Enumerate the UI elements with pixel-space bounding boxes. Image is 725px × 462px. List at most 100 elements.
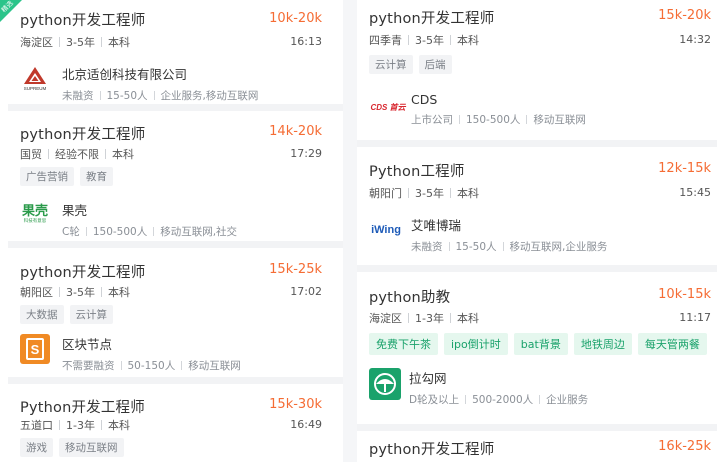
job-education: 本科 bbox=[107, 286, 130, 299]
card-separator bbox=[357, 424, 717, 431]
post-time: 15:45 bbox=[679, 186, 711, 199]
company-size: 500-2000人 bbox=[472, 394, 534, 406]
job-experience: 3-5年 bbox=[415, 34, 444, 47]
company-funding: 不需要融资 bbox=[62, 360, 115, 372]
job-education: 本科 bbox=[112, 148, 134, 161]
company-name[interactable]: CDS bbox=[411, 92, 586, 107]
company-info[interactable]: S 区块节点 不需要融资 50-150人 移动互联网 bbox=[20, 334, 241, 373]
job-experience: 3-5年 bbox=[415, 187, 444, 200]
card-separator bbox=[8, 104, 343, 111]
job-card[interactable]: python开发工程师 16k-25k bbox=[357, 431, 725, 462]
job-location: 海淀区 bbox=[20, 36, 53, 49]
company-industry: 企业服务 bbox=[546, 394, 589, 406]
benefit-tag: ipo倒计时 bbox=[444, 333, 508, 355]
job-education: 本科 bbox=[107, 419, 130, 432]
job-card[interactable]: 精选 python开发工程师 10k-20k 海淀区 3-5年 本科 16:13… bbox=[0, 0, 343, 103]
job-list-left-column: 精选 python开发工程师 10k-20k 海淀区 3-5年 本科 16:13… bbox=[0, 0, 343, 462]
company-size: 15-50人 bbox=[455, 241, 497, 253]
card-separator bbox=[357, 140, 717, 147]
post-time: 11:17 bbox=[679, 311, 711, 324]
job-title[interactable]: python开发工程师 bbox=[20, 9, 145, 30]
job-title[interactable]: python开发工程师 bbox=[369, 438, 494, 459]
job-card[interactable]: Python开发工程师 15k-30k 五道口 1-3年 本科 16:49 游戏… bbox=[0, 384, 343, 462]
card-separator bbox=[357, 265, 717, 272]
job-card[interactable]: python助教 10k-15k 海淀区 1-3年 本科 11:17 免费下午茶… bbox=[357, 272, 725, 424]
company-size: 15-50人 bbox=[106, 90, 148, 102]
benefit-tag: 免费下午茶 bbox=[369, 333, 438, 355]
job-salary: 10k-15k bbox=[658, 287, 711, 302]
card-separator bbox=[8, 241, 343, 248]
company-meta: 未融资 15-50人 企业服务,移动互联网 bbox=[62, 88, 258, 103]
job-experience: 3-5年 bbox=[66, 286, 95, 299]
job-salary: 15k-20k bbox=[658, 8, 711, 23]
job-title[interactable]: python开发工程师 bbox=[20, 123, 145, 144]
company-funding: D轮及以上 bbox=[409, 394, 460, 406]
job-card[interactable]: python开发工程师 14k-20k 国贸 经验不限 本科 17:29 广告营… bbox=[0, 111, 343, 239]
job-meta: 国贸 经验不限 本科 bbox=[20, 146, 134, 162]
company-industry: 移动互联网 bbox=[533, 114, 586, 126]
lagou-logo-icon bbox=[369, 368, 401, 400]
job-meta: 四季青 3-5年 本科 bbox=[369, 32, 479, 48]
job-salary: 16k-25k bbox=[658, 439, 711, 454]
job-card[interactable]: Python工程师 12k-15k 朝阳门 3-5年 本科 15:45 iWin… bbox=[357, 147, 725, 265]
job-title[interactable]: python开发工程师 bbox=[20, 261, 145, 282]
company-industry: 移动互联网 bbox=[188, 360, 241, 372]
cds-logo-icon: CDS 首云 bbox=[369, 92, 407, 122]
job-list-right-column: python开发工程师 15k-20k 四季青 3-5年 本科 14:32 云计… bbox=[357, 0, 725, 462]
job-location: 国贸 bbox=[20, 148, 42, 161]
company-industry: 企业服务,移动互联网 bbox=[160, 90, 259, 102]
company-industry: 移动互联网,社交 bbox=[160, 226, 238, 238]
job-card[interactable]: python开发工程师 15k-20k 四季青 3-5年 本科 14:32 云计… bbox=[357, 0, 725, 128]
company-info[interactable]: CDS 首云 CDS 上市公司 150-500人 移动互联网 bbox=[369, 92, 586, 127]
job-location: 四季青 bbox=[369, 34, 402, 47]
job-salary: 14k-20k bbox=[269, 124, 322, 139]
company-name[interactable]: 区块节点 bbox=[62, 334, 241, 353]
company-meta: D轮及以上 500-2000人 企业服务 bbox=[409, 392, 588, 407]
job-tag: 云计算 bbox=[369, 55, 413, 74]
company-info[interactable]: 拉勾网 D轮及以上 500-2000人 企业服务 bbox=[369, 368, 588, 407]
job-tag: 云计算 bbox=[69, 305, 113, 324]
benefit-tag: 地铁周边 bbox=[573, 333, 632, 355]
job-meta: 五道口 1-3年 本科 bbox=[20, 417, 130, 433]
company-name[interactable]: 北京适创科技有限公司 bbox=[62, 64, 258, 83]
company-size: 50-150人 bbox=[127, 360, 176, 372]
block-node-logo-icon: S bbox=[20, 334, 50, 364]
job-title[interactable]: python开发工程师 bbox=[369, 7, 494, 28]
job-experience: 1-3年 bbox=[415, 312, 444, 325]
post-time: 16:49 bbox=[290, 418, 322, 431]
job-location: 朝阳区 bbox=[20, 286, 53, 299]
job-tag: 后端 bbox=[418, 55, 452, 74]
job-tags: 云计算 后端 bbox=[369, 55, 452, 74]
post-time: 14:32 bbox=[679, 33, 711, 46]
job-title[interactable]: Python开发工程师 bbox=[20, 396, 145, 417]
featured-badge-label: 精选 bbox=[0, 0, 15, 15]
job-salary: 10k-20k bbox=[269, 11, 322, 26]
job-title[interactable]: python助教 bbox=[369, 286, 450, 307]
company-info[interactable]: iWing 艾唯博瑞 未融资 15-50人 移动互联网,企业服务 bbox=[369, 215, 607, 254]
company-info[interactable]: 果壳 科技有意思 果壳 C轮 150-500人 移动互联网,社交 bbox=[20, 200, 237, 239]
company-size: 150-500人 bbox=[92, 226, 148, 238]
card-separator bbox=[8, 377, 343, 384]
job-tags: 大数据 云计算 bbox=[20, 305, 113, 324]
job-location: 朝阳门 bbox=[369, 187, 402, 200]
company-info[interactable]: SUPREUM 北京适创科技有限公司 未融资 15-50人 企业服务,移动互联网 bbox=[20, 64, 258, 103]
job-meta: 海淀区 3-5年 本科 bbox=[20, 34, 130, 50]
svg-text:SUPREUM: SUPREUM bbox=[24, 86, 47, 91]
company-name[interactable]: 拉勾网 bbox=[409, 368, 588, 387]
job-card[interactable]: python开发工程师 15k-25k 朝阳区 3-5年 本科 17:02 大数… bbox=[0, 248, 343, 376]
job-title[interactable]: Python工程师 bbox=[369, 160, 465, 181]
company-funding: 上市公司 bbox=[411, 114, 453, 126]
job-education: 本科 bbox=[107, 36, 130, 49]
job-location: 海淀区 bbox=[369, 312, 402, 325]
job-meta: 海淀区 1-3年 本科 bbox=[369, 310, 479, 326]
job-meta: 朝阳区 3-5年 本科 bbox=[20, 284, 130, 300]
company-meta: 未融资 15-50人 移动互联网,企业服务 bbox=[411, 239, 607, 254]
company-name[interactable]: 艾唯博瑞 bbox=[411, 215, 607, 234]
post-time: 17:02 bbox=[290, 285, 322, 298]
column-gutter bbox=[343, 0, 357, 462]
job-experience: 1-3年 bbox=[66, 419, 95, 432]
company-funding: 未融资 bbox=[411, 241, 443, 253]
company-name[interactable]: 果壳 bbox=[62, 200, 237, 219]
job-location: 五道口 bbox=[20, 419, 53, 432]
job-tag: 广告营销 bbox=[20, 167, 74, 186]
